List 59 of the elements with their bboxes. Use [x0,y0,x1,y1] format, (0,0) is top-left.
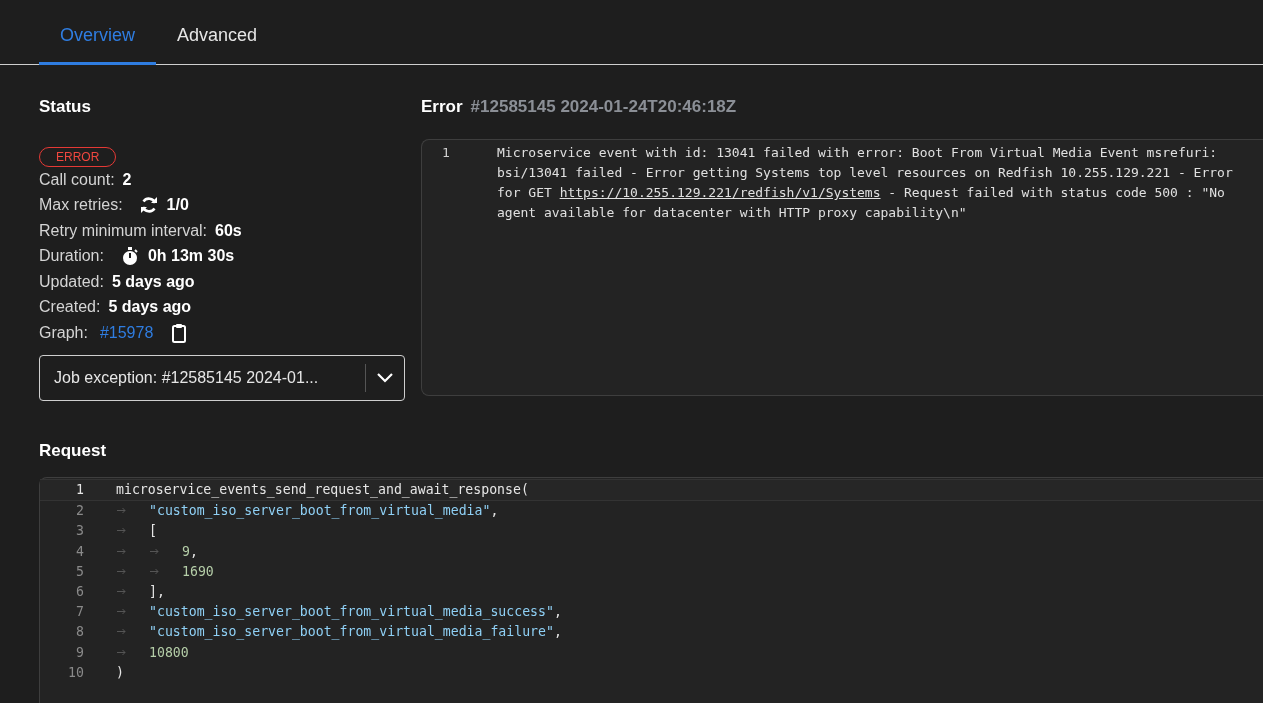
error-link[interactable]: https://10.255.129.221/redfish/v1/Systems [559,185,881,200]
tab-marker-icon [117,567,126,575]
refresh-icon [138,195,159,216]
code-text: "custom_iso_server_boot_from_virtual_media_failure" [149,624,554,640]
line-number: 6 [75,584,85,600]
line-number: 7 [75,604,85,620]
tab-marker-icon [150,567,159,575]
code-text: 1690 [182,563,214,579]
code-text: "custom_iso_server_boot_from_virtual_media_success" [149,604,554,620]
section-title: Request [39,440,108,461]
line-number: 1 [441,144,451,162]
code-text: , [553,624,562,640]
graph-link[interactable]: #15978 [99,323,154,342]
line-number: 8 [75,624,85,640]
code-text: "custom_iso_server_boot_from_virtual_media" [149,503,491,519]
line-number: 3 [75,523,85,539]
field-value: 5 days ago [108,298,192,317]
line-number: 10 [67,664,85,680]
field-value: 1/0 [166,196,189,215]
tab-marker-icon [117,527,126,535]
line-number: 2 [75,503,85,519]
tab-marker-icon [117,507,126,515]
line-number: 4 [75,543,85,559]
code-text: 9 [182,543,190,559]
tab-marker-icon [150,547,159,555]
field-label: Updated: [39,272,104,291]
tab-marker-icon [117,608,126,616]
field-value: 5 days ago [111,272,195,291]
code-text: [ [149,523,157,539]
line-number: 1 [75,482,85,498]
field-label: Graph: [39,323,88,342]
code-text: microservice_events_send_request_and_await_response( [116,482,529,498]
code-text: , [189,543,198,559]
field-label: Call count: [39,170,115,189]
tab-marker-icon [117,628,126,636]
field-label: Duration: [39,247,104,266]
tab[interactable]: Advanced [156,25,279,65]
field-value: 60s [215,221,242,240]
field-value: 2 [122,170,132,189]
error-message: Microservice event with id: 13041 failed with error: Boot From Virtual Media Event msrefuri: bsi/13041 failed - Error getting Systems top level resources on Redfish 10.255.129.221 - Error for GET https://10.255.129.221/redfish/v1/Systems - Request failed with status code 500 : "No agent available for datacenter with HTTP proxy capability\n" [496,144,1234,222]
tab-marker-icon [117,648,126,656]
code-text: ], [149,584,165,600]
field-label: Max retries: [39,196,123,215]
tab[interactable]: Overview [39,25,156,65]
section-title: Error [421,97,463,116]
field-value: 0h 13m 30s [147,247,235,266]
field-label: Created: [39,298,101,317]
code-text: ) [116,664,124,680]
line-number: 9 [75,644,85,660]
code-text: , [490,503,499,519]
line-number: 5 [75,563,85,579]
tab-marker-icon [117,547,126,555]
error-id: #12585145 2024-01-24T20:46:18Z [470,97,737,116]
job-exception-dropdown[interactable]: Job exception: #12585145 2024-01... [39,354,405,401]
field-label: Retry minimum interval: [39,221,208,240]
code-text: 10800 [149,644,189,660]
section-title: Status [39,97,92,117]
code-text: , [553,604,562,620]
tab-marker-icon [117,588,126,596]
